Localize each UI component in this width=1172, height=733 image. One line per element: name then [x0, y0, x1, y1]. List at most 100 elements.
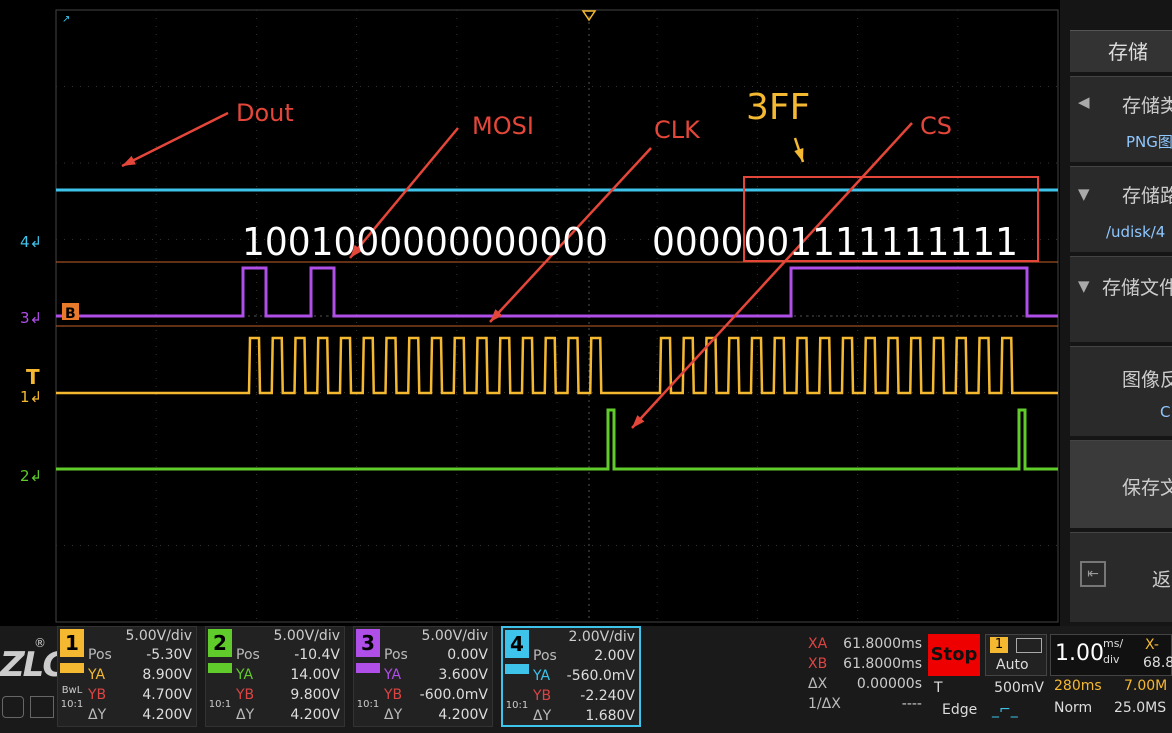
- acquisition-mode: Norm: [1054, 700, 1093, 716]
- pos-key: Pos: [384, 647, 408, 663]
- channel-4-marker[interactable]: 4↲: [20, 233, 42, 251]
- dc-coupling-icon: [505, 664, 529, 674]
- dx-key: ΔX: [808, 676, 828, 692]
- channel-3-panel[interactable]: 3 5.00V/div 10:1 Pos 0.00V YA 3.600V YB -600.0mV…: [353, 626, 493, 727]
- menu-item-value: PNG图: [1126, 133, 1172, 151]
- dy-value: 4.200V: [290, 707, 340, 723]
- ya-value: 3.600V: [438, 667, 488, 683]
- inv-dx-key: 1/ΔX: [808, 696, 841, 712]
- annotation-mosi: MOSI: [472, 112, 534, 140]
- ya-key: YA: [236, 667, 254, 683]
- sample-rate: 25.0MS: [1114, 700, 1167, 716]
- ya-key: YA: [88, 667, 106, 683]
- menu-item-label: 存储类: [1122, 95, 1172, 117]
- acquisition-panel[interactable]: 280ms 7.00M Norm 25.0MS: [1050, 678, 1172, 726]
- menu-item-label: 存储路: [1122, 185, 1172, 207]
- pos-key: Pos: [236, 647, 260, 663]
- yb-value: -600.0mV: [419, 687, 488, 703]
- menu-title-save: 存储: [1070, 30, 1172, 72]
- yb-key: YB: [384, 687, 403, 703]
- lock-icon[interactable]: [2, 696, 24, 718]
- dx-value: 0.00000s: [856, 676, 922, 692]
- volts-per-div: 5.00V/div: [421, 628, 488, 644]
- cursor-measurements[interactable]: XA 61.8000ms XB 61.8000ms ΔX 0.00000s 1/ΔX -…: [806, 632, 926, 726]
- trigger-mode-panel[interactable]: 1 Auto: [985, 634, 1047, 676]
- registered-icon: ®: [34, 636, 46, 650]
- timebase-unit-bottom: div: [1103, 653, 1120, 666]
- channel-2-marker[interactable]: 2↲: [20, 467, 42, 485]
- chevron-down-icon: ▼: [1078, 185, 1090, 203]
- trigger-level-marker[interactable]: T: [26, 365, 40, 389]
- back-label: 返: [1152, 569, 1172, 591]
- menu-item-save-file[interactable]: ▼ 存储文件: [1070, 256, 1172, 342]
- menu-item-image-invert[interactable]: 图像反 C: [1070, 346, 1172, 436]
- inv-dx-value: ----: [901, 696, 922, 712]
- pos-key: Pos: [88, 647, 112, 663]
- dy-value: 4.200V: [142, 707, 192, 723]
- yb-key: YB: [533, 688, 552, 704]
- timebase-panel[interactable]: 1.00 ms/ div X- 68.8: [1050, 634, 1172, 676]
- back-button[interactable]: ⇤ 返: [1070, 532, 1172, 622]
- xa-value: 61.8000ms: [843, 636, 922, 652]
- pos-key: Pos: [533, 648, 557, 664]
- dy-value: 1.680V: [585, 708, 635, 724]
- xa-key: XA: [808, 636, 828, 652]
- dy-key: ΔY: [88, 707, 107, 723]
- channel-badge: 1: [60, 629, 84, 657]
- x-label: X-: [1145, 637, 1159, 653]
- dc-coupling-icon: [60, 663, 84, 673]
- channel-1-marker[interactable]: 1↲: [20, 388, 42, 406]
- dc-coupling-icon: [208, 663, 232, 673]
- pos-value: 2.00V: [594, 648, 635, 664]
- pos-value: 0.00V: [447, 647, 488, 663]
- pos-value: -5.30V: [146, 647, 192, 663]
- menu-item-label: 存储文件: [1102, 277, 1172, 299]
- timebase-value: 1.00: [1055, 641, 1104, 666]
- yb-key: YB: [236, 687, 255, 703]
- probe-ratio: 10:1: [60, 699, 84, 710]
- rising-edge-icon: _⌐_: [992, 702, 1018, 718]
- oscilloscope-screen: ↗ 4↲ 3↲ 1↲ 2↲ T B Dout MOSI CLK CS 3FF 1…: [20, 9, 1059, 623]
- ya-value: 8.900V: [142, 667, 192, 683]
- save-file-button[interactable]: 保存文: [1070, 440, 1172, 528]
- channel-2-panel[interactable]: 2 5.00V/div 10:1 Pos -10.4V YA 14.00V YB 9.800V Δ…: [205, 626, 345, 727]
- yb-key: YB: [88, 687, 107, 703]
- bandwidth-limit: BwL: [61, 685, 83, 696]
- run-stop-button[interactable]: Stop: [928, 634, 980, 676]
- memory-depth: 7.00M: [1124, 678, 1168, 694]
- screen-icon[interactable]: [30, 696, 54, 718]
- trigger-level: 500mV: [994, 680, 1044, 696]
- trigger-t-label: T: [934, 680, 943, 696]
- save-file-label: 保存文: [1122, 477, 1172, 499]
- back-icon: ⇤: [1080, 561, 1106, 587]
- trigger-mode: Auto: [996, 657, 1029, 673]
- ya-value: -560.0mV: [566, 668, 635, 684]
- volts-per-div: 5.00V/div: [273, 628, 340, 644]
- dc-coupling-icon: [356, 663, 380, 673]
- annotation-bits-mosi: 1001000000000000: [242, 220, 608, 264]
- channel-3-marker[interactable]: 3↲: [20, 309, 42, 327]
- menu-item-save-path[interactable]: ▼ 存储路 /udisk/4: [1070, 166, 1172, 252]
- dy-key: ΔY: [384, 707, 403, 723]
- ya-key: YA: [384, 667, 402, 683]
- timebase-unit-top: ms/: [1103, 637, 1124, 650]
- yb-value: 9.800V: [290, 687, 340, 703]
- channel-badge: 2: [208, 629, 232, 657]
- pos-value: -10.4V: [294, 647, 340, 663]
- dy-key: ΔY: [236, 707, 255, 723]
- chevron-down-icon: ▼: [1078, 277, 1090, 295]
- yb-value: -2.240V: [580, 688, 635, 704]
- volts-per-div: 5.00V/div: [125, 628, 192, 644]
- probe-ratio: 10:1: [505, 700, 529, 711]
- x-value: 68.8: [1143, 655, 1172, 671]
- bus-b-label: B: [65, 306, 76, 322]
- menu-item-value: C: [1160, 403, 1171, 421]
- ya-value: 14.00V: [290, 667, 340, 683]
- menu-item-save-type[interactable]: ◀ 存储类 PNG图: [1070, 76, 1172, 162]
- probe-ratio: 10:1: [208, 699, 232, 710]
- trigger-level-panel[interactable]: T 500mV Edge _⌐_: [930, 680, 1048, 726]
- channel-4-panel[interactable]: 4 2.00V/div 10:1 Pos 2.00V YA -560.0mV YB -2.240…: [501, 626, 641, 727]
- channel-1-panel[interactable]: 1 5.00V/div BwL 10:1 Pos -5.30V YA 8.900V YB 4.70…: [57, 626, 197, 727]
- channel-badge: 3: [356, 629, 380, 657]
- yb-value: 4.700V: [142, 687, 192, 703]
